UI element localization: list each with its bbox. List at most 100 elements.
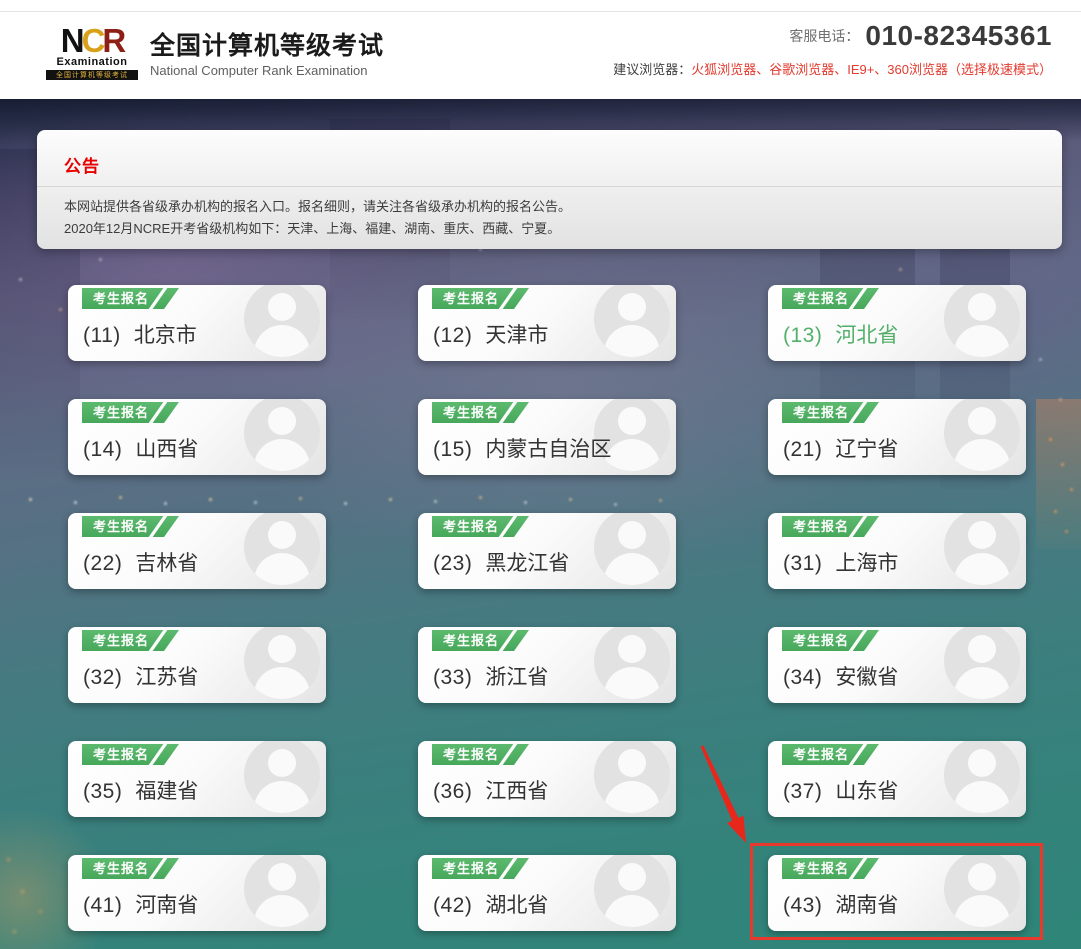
announcement-line-1: 本网站提供各省级承办机构的报名入口。报名细则，请关注各省级承办机构的报名公告。 xyxy=(64,196,1035,218)
avatar-icon xyxy=(244,285,320,357)
province-code: (37) xyxy=(783,780,822,803)
avatar-icon xyxy=(944,741,1020,813)
province-card-22[interactable]: 考生报名 (22)吉林省 xyxy=(68,513,326,589)
province-code: (21) xyxy=(783,438,822,461)
ncre-logo: NCR Examination 全国计算机等级考试 xyxy=(46,26,138,80)
avatar-icon xyxy=(594,855,670,927)
ncre-logo-letters: NCR xyxy=(46,26,138,56)
province-label: (36)江西省 xyxy=(433,775,548,805)
province-name: 内蒙古自治区 xyxy=(485,438,611,461)
examinee-registration-badge: 考生报名 xyxy=(432,630,529,651)
province-card-14[interactable]: 考生报名 (14)山西省 xyxy=(68,399,326,475)
province-code: (34) xyxy=(783,666,822,689)
examinee-registration-badge: 考生报名 xyxy=(782,630,879,651)
province-name: 辽宁省 xyxy=(835,438,898,461)
province-name: 上海市 xyxy=(835,552,898,575)
examinee-registration-badge: 考生报名 xyxy=(782,516,879,537)
province-name: 北京市 xyxy=(134,324,197,347)
province-name: 河南省 xyxy=(135,894,198,917)
province-label: (35) 福建省 xyxy=(83,775,198,805)
province-label: (12)天津市 xyxy=(433,319,548,349)
province-code: (32) xyxy=(83,666,122,689)
examinee-registration-badge: 考生报名 xyxy=(82,858,179,879)
examinee-registration-badge: 考生报名 xyxy=(432,402,529,423)
city-lights-decoration xyxy=(0,99,1,100)
avatar-icon xyxy=(944,285,1020,357)
examinee-registration-badge: 考生报名 xyxy=(782,858,879,879)
avatar-icon xyxy=(944,627,1020,699)
avatar-icon xyxy=(244,741,320,813)
service-phone-row: 客服电话： 010-82345361 xyxy=(613,20,1052,52)
province-card-37[interactable]: 考生报名 (37)山东省 xyxy=(768,741,1026,817)
province-label: (15)内蒙古自治区 xyxy=(433,433,611,463)
province-code: (43) xyxy=(783,894,822,917)
province-name: 河北省 xyxy=(835,324,898,347)
header-top-divider xyxy=(0,11,1081,12)
province-card-13[interactable]: 考生报名 (13) 河北省 xyxy=(768,285,1026,361)
province-card-33[interactable]: 考生报名 (33) 浙江省 xyxy=(418,627,676,703)
examinee-registration-badge: 考生报名 xyxy=(432,858,529,879)
page-header: NCR Examination 全国计算机等级考试 全国计算机等级考试 Nati… xyxy=(0,0,1081,99)
province-label: (32) 江苏省 xyxy=(83,661,198,691)
province-code: (14) xyxy=(83,438,122,461)
province-card-21[interactable]: 考生报名 (21) 辽宁省 xyxy=(768,399,1026,475)
province-code: (23) xyxy=(433,552,472,575)
province-label: (21) 辽宁省 xyxy=(783,433,898,463)
province-card-35[interactable]: 考生报名 (35)福建省 xyxy=(68,741,326,817)
header-contact-block: 客服电话： 010-82345361 建议浏览器：火狐浏览器、谷歌浏览器、IE9… xyxy=(613,20,1052,78)
province-card-43[interactable]: 考生报名 (43) 湖南省 xyxy=(768,855,1026,931)
province-card-23[interactable]: 考生报名 (23) 黑龙江省 xyxy=(418,513,676,589)
province-name: 江苏省 xyxy=(135,666,198,689)
examinee-registration-badge: 考生报名 xyxy=(82,288,179,309)
site-subtitle: National Computer Rank Examination xyxy=(150,64,384,79)
service-phone-number: 010-82345361 xyxy=(865,20,1052,52)
province-name: 湖南省 xyxy=(835,894,898,917)
province-label: (14) 山西省 xyxy=(83,433,198,463)
brand-block: NCR Examination 全国计算机等级考试 全国计算机等级考试 Nati… xyxy=(46,26,384,80)
province-label: (31)上海市 xyxy=(783,547,898,577)
province-code: (41) xyxy=(83,894,122,917)
province-card-42[interactable]: 考生报名 (42)湖北省 xyxy=(418,855,676,931)
avatar-icon xyxy=(944,513,1020,585)
province-name: 福建省 xyxy=(135,780,198,803)
service-phone-label: 客服电话： xyxy=(789,26,859,46)
avatar-icon xyxy=(244,855,320,927)
province-name: 湖北省 xyxy=(485,894,548,917)
examinee-registration-badge: 考生报名 xyxy=(782,288,879,309)
examinee-registration-badge: 考生报名 xyxy=(782,402,879,423)
examinee-registration-badge: 考生报名 xyxy=(432,744,529,765)
avatar-icon xyxy=(244,399,320,471)
site-title-block: 全国计算机等级考试 National Computer Rank Examina… xyxy=(150,26,384,79)
province-name: 黑龙江省 xyxy=(485,552,569,575)
province-code: (13) xyxy=(783,324,822,347)
province-code: (35) xyxy=(83,780,122,803)
province-name: 安徽省 xyxy=(835,666,898,689)
examinee-registration-badge: 考生报名 xyxy=(432,516,529,537)
province-code: (12) xyxy=(433,324,472,347)
province-card-11[interactable]: 考生报名 (11) 北京市 xyxy=(68,285,326,361)
province-card-32[interactable]: 考生报名 (32) 江苏省 xyxy=(68,627,326,703)
province-code: (33) xyxy=(433,666,472,689)
province-card-15[interactable]: 考生报名 (15)内蒙古自治区 xyxy=(418,399,676,475)
avatar-icon xyxy=(244,513,320,585)
browser-recommendation-label: 建议浏览器： xyxy=(613,62,691,77)
province-card-12[interactable]: 考生报名 (12)天津市 xyxy=(418,285,676,361)
province-label: (11) 北京市 xyxy=(83,319,197,349)
province-label: (37)山东省 xyxy=(783,775,898,805)
announcement-body: 本网站提供各省级承办机构的报名入口。报名细则，请关注各省级承办机构的报名公告。 … xyxy=(64,196,1035,240)
province-label: (22)吉林省 xyxy=(83,547,198,577)
province-name: 浙江省 xyxy=(485,666,548,689)
browser-recommendation-row: 建议浏览器：火狐浏览器、谷歌浏览器、IE9+、360浏览器（选择极速模式） xyxy=(613,59,1052,78)
announcement-line-2: 2020年12月NCRE开考省级机构如下：天津、上海、福建、湖南、重庆、西藏、宁… xyxy=(64,218,1035,240)
province-card-31[interactable]: 考生报名 (31)上海市 xyxy=(768,513,1026,589)
province-label: (43) 湖南省 xyxy=(783,889,898,919)
province-card-36[interactable]: 考生报名 (36)江西省 xyxy=(418,741,676,817)
avatar-icon xyxy=(944,399,1020,471)
province-code: (11) xyxy=(83,324,121,347)
province-card-34[interactable]: 考生报名 (34) 安徽省 xyxy=(768,627,1026,703)
province-card-41[interactable]: 考生报名 (41) 河南省 xyxy=(68,855,326,931)
examinee-registration-badge: 考生报名 xyxy=(432,288,529,309)
province-grid: 考生报名 (11) 北京市 考生报名 (12)天津市 考生报名 (13) 河北省 考… xyxy=(68,285,1026,931)
province-name: 山西省 xyxy=(135,438,198,461)
examinee-registration-badge: 考生报名 xyxy=(82,630,179,651)
